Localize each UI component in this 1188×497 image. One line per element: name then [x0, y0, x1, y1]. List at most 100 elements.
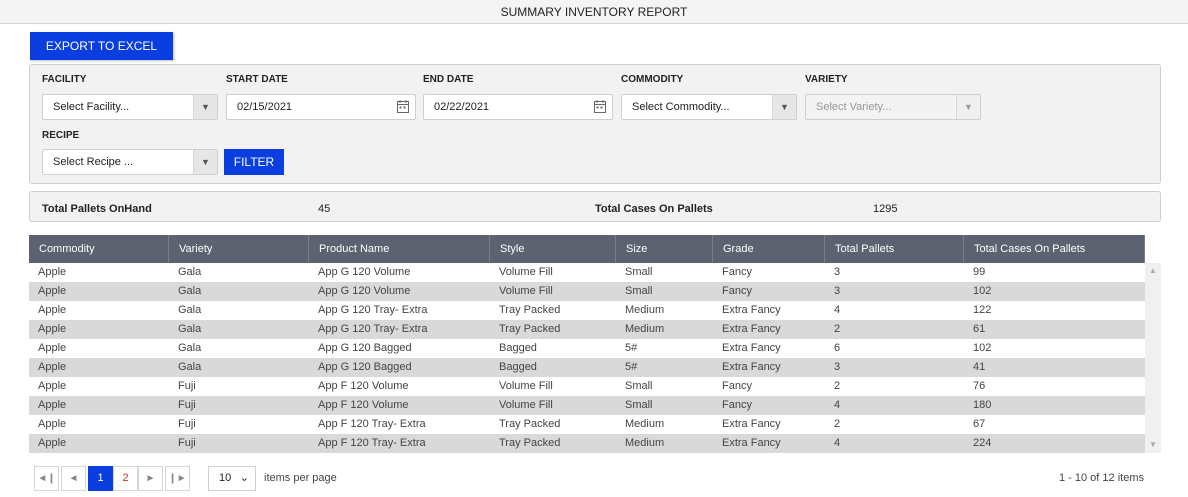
page-button-1[interactable]: 1: [88, 466, 113, 491]
cell-col-total-pallets: 3: [834, 361, 841, 373]
page-size-label: items per page: [264, 472, 337, 484]
header-col-product-name[interactable]: Product Name: [309, 235, 490, 263]
cell-col-total-cases: 180: [973, 399, 992, 411]
end-date-value: 02/22/2021: [434, 101, 490, 113]
cell-col-total-cases: 76: [973, 380, 986, 392]
next-page-button[interactable]: ►: [138, 466, 163, 491]
cell-col-variety: Gala: [178, 342, 202, 354]
cell-col-total-cases: 102: [973, 342, 992, 354]
filter-panel: FACILITY Select Facility... ▼ START DATE…: [29, 64, 1161, 184]
cell-col-grade: Fancy: [722, 285, 752, 297]
cell-col-size: Small: [625, 266, 653, 278]
cell-col-style: Volume Fill: [499, 380, 553, 392]
header-col-total-cases[interactable]: Total Cases On Pallets: [964, 235, 1145, 263]
table-row[interactable]: Apple Fuji App F 120 Volume Volume Fill Smal…: [29, 396, 1145, 415]
calendar-icon[interactable]: [397, 100, 409, 113]
cell-col-size: Medium: [625, 304, 665, 316]
last-page-button[interactable]: ❙►: [165, 466, 190, 491]
cell-col-product-name: App F 120 Tray- Extra: [318, 437, 426, 449]
variety-label: VARIETY: [805, 74, 848, 85]
table-row[interactable]: Apple Fuji App F 120 Tray- Extra Tray Packe…: [29, 415, 1145, 434]
cell-col-size: Medium: [625, 437, 665, 449]
cell-col-grade: Extra Fancy: [722, 342, 781, 354]
table-row[interactable]: Apple Fuji App F 120 Tray- Extra Tray Packe…: [29, 434, 1145, 453]
header-col-total-pallets[interactable]: Total Pallets: [825, 235, 964, 263]
cell-col-total-cases: 41: [973, 361, 986, 373]
cell-col-style: Tray Packed: [499, 418, 561, 430]
cell-col-style: Tray Packed: [499, 304, 561, 316]
cell-col-product-name: App G 120 Bagged: [318, 361, 412, 373]
scroll-up-icon[interactable]: ▲: [1148, 266, 1158, 276]
cell-col-product-name: App G 120 Bagged: [318, 342, 412, 354]
recipe-select[interactable]: Select Recipe ... ▼: [42, 149, 218, 175]
export-to-excel-button[interactable]: EXPORT TO EXCEL: [30, 32, 173, 60]
last-page-icon: ❙►: [168, 473, 187, 484]
cell-col-variety: Gala: [178, 361, 202, 373]
calendar-icon[interactable]: [594, 100, 606, 113]
page-title: SUMMARY INVENTORY REPORT: [0, 0, 1188, 24]
table-row[interactable]: Apple Gala App G 120 Volume Volume Fill Smal…: [29, 282, 1145, 301]
cell-col-commodity: Apple: [38, 361, 67, 373]
cell-col-style: Volume Fill: [499, 399, 553, 411]
cell-col-grade: Extra Fancy: [722, 304, 781, 316]
cell-col-variety: Fuji: [178, 437, 196, 449]
header-col-variety[interactable]: Variety: [169, 235, 309, 263]
cell-col-grade: Extra Fancy: [722, 323, 781, 335]
table-row[interactable]: Apple Fuji App F 120 Volume Volume Fill Smal…: [29, 377, 1145, 396]
cell-col-total-pallets: 4: [834, 304, 841, 316]
vertical-scrollbar[interactable]: ▲ ▼: [1145, 263, 1161, 453]
scroll-down-icon[interactable]: ▼: [1148, 440, 1158, 450]
commodity-select[interactable]: Select Commodity... ▼: [621, 94, 797, 120]
cell-col-commodity: Apple: [38, 342, 67, 354]
recipe-value: Select Recipe ...: [53, 156, 134, 168]
cell-col-variety: Fuji: [178, 418, 196, 430]
cell-col-total-pallets: 2: [834, 323, 841, 335]
cell-col-variety: Gala: [178, 266, 202, 278]
table-row[interactable]: Apple Gala App G 120 Bagged Bagged 5# Extra F…: [29, 339, 1145, 358]
next-page-icon: ►: [145, 473, 156, 484]
cell-col-total-pallets: 4: [834, 437, 841, 449]
prev-page-button[interactable]: ◄: [61, 466, 86, 491]
cell-col-commodity: Apple: [38, 437, 67, 449]
first-page-button[interactable]: ◄❙: [34, 466, 59, 491]
page-button-2[interactable]: 2: [113, 466, 138, 491]
cell-col-grade: Extra Fancy: [722, 437, 781, 449]
facility-select[interactable]: Select Facility... ▼: [42, 94, 218, 120]
cell-col-variety: Gala: [178, 285, 202, 297]
table-row[interactable]: Apple Gala App G 120 Tray- Extra Tray Packe…: [29, 320, 1145, 339]
start-date-field[interactable]: 02/15/2021: [226, 94, 416, 120]
header-col-commodity[interactable]: Commodity: [29, 235, 169, 263]
total-pallets-label: Total Pallets OnHand: [42, 203, 152, 215]
cell-col-size: 5#: [625, 361, 638, 373]
total-pallets-value: 45: [318, 203, 331, 215]
cell-col-commodity: Apple: [38, 418, 67, 430]
cell-col-commodity: Apple: [38, 266, 67, 278]
cell-col-total-pallets: 4: [834, 399, 841, 411]
total-cases-label: Total Cases On Pallets: [595, 203, 713, 215]
page-size-select[interactable]: 10 ⌄: [208, 466, 256, 491]
cell-col-total-cases: 102: [973, 285, 992, 297]
cell-col-variety: Fuji: [178, 399, 196, 411]
header-col-grade[interactable]: Grade: [713, 235, 825, 263]
cell-col-style: Bagged: [499, 342, 537, 354]
chevron-down-icon: ▼: [956, 95, 980, 119]
filter-button[interactable]: FILTER: [224, 149, 284, 175]
table-row[interactable]: Apple Gala App G 120 Volume Volume Fill Smal…: [29, 263, 1145, 282]
cell-col-size: Medium: [625, 418, 665, 430]
grid-header: Commodity Variety Product Name Style Size Gra…: [29, 235, 1145, 263]
end-date-label: END DATE: [423, 74, 474, 85]
cell-col-total-cases: 67: [973, 418, 986, 430]
cell-col-commodity: Apple: [38, 304, 67, 316]
cell-col-size: Small: [625, 380, 653, 392]
end-date-field[interactable]: 02/22/2021: [423, 94, 613, 120]
table-row[interactable]: Apple Gala App G 120 Bagged Bagged 5# Extra F…: [29, 358, 1145, 377]
variety-select[interactable]: Select Variety... ▼: [805, 94, 981, 120]
chevron-down-icon: ⌄: [239, 472, 249, 484]
cell-col-variety: Fuji: [178, 380, 196, 392]
header-col-style[interactable]: Style: [490, 235, 616, 263]
first-page-icon: ◄❙: [37, 473, 56, 484]
grid-body: Apple Gala App G 120 Volume Volume Fill Smal…: [29, 263, 1145, 453]
facility-label: FACILITY: [42, 74, 87, 85]
header-col-size[interactable]: Size: [616, 235, 713, 263]
table-row[interactable]: Apple Gala App G 120 Tray- Extra Tray Packe…: [29, 301, 1145, 320]
